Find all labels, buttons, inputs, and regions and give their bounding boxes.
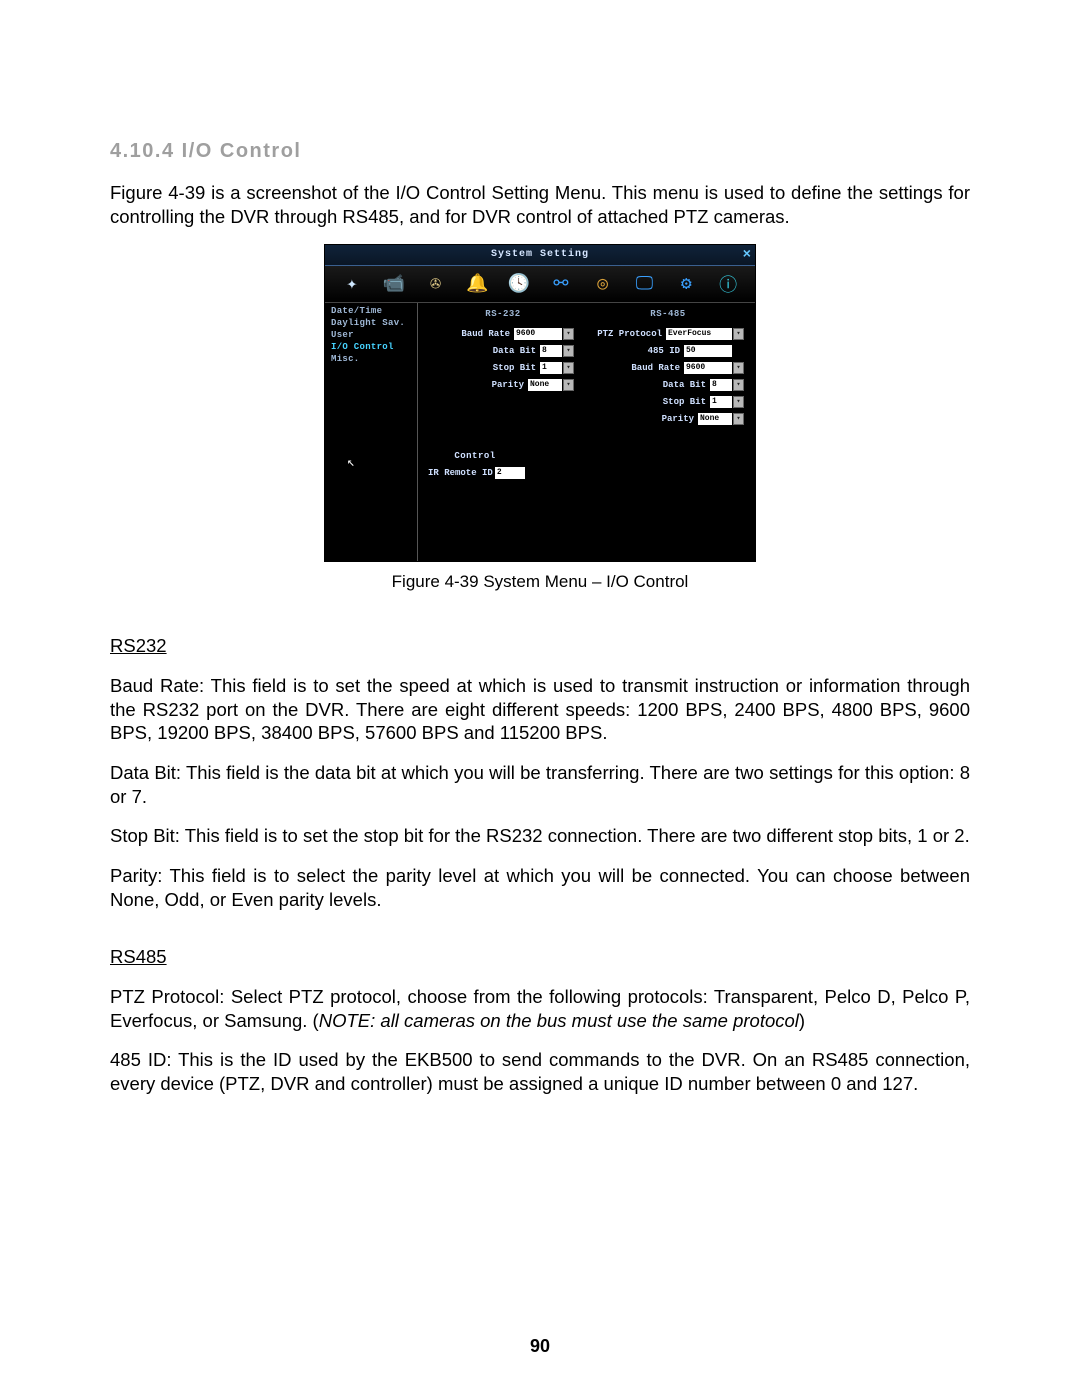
sidebar-item-datetime[interactable]: Date/Time <box>325 305 417 317</box>
rs232-heading: RS232 <box>110 634 970 658</box>
network-icon[interactable]: ⚯ <box>550 273 572 295</box>
rs232-stopbit-paragraph: Stop Bit: This field is to set the stop … <box>110 824 970 848</box>
rs232-baud-label: Baud Rate <box>428 329 510 339</box>
rs232-parity-paragraph: Parity: This field is to select the pari… <box>110 864 970 911</box>
rs232-baud-value: 9600 <box>516 329 535 338</box>
rs485-databit-select[interactable]: 8 ▾ <box>710 379 732 391</box>
figure-caption: Figure 4-39 System Menu – I/O Control <box>110 572 970 592</box>
rs485-stopbit-select[interactable]: 1 ▾ <box>710 396 732 408</box>
sidebar-item-misc[interactable]: Misc. <box>325 353 417 365</box>
chevron-down-icon[interactable]: ▾ <box>563 362 574 374</box>
rs485-parity-value: None <box>700 414 719 423</box>
control-heading: Control <box>428 451 522 461</box>
rs485-databit-value: 8 <box>712 380 717 389</box>
rs485-databit-label: Data Bit <box>588 380 706 390</box>
rs485-ptz-paragraph: PTZ Protocol: Select PTZ protocol, choos… <box>110 985 970 1032</box>
coins-icon[interactable]: ◎ <box>592 273 614 295</box>
dvr-body: Date/Time Daylight Sav. User I/O Control… <box>325 303 755 561</box>
rs485-parity-label: Parity <box>588 414 694 424</box>
gears-icon[interactable]: ⚙ <box>675 273 697 295</box>
rs485-stopbit-value: 1 <box>712 397 717 406</box>
rs232-baud-select[interactable]: 9600 ▾ <box>514 328 562 340</box>
cursor-icon: ↖ <box>347 455 417 470</box>
rs232-parity-label: Parity <box>428 380 524 390</box>
chevron-down-icon[interactable]: ▾ <box>733 328 744 340</box>
rs232-stopbit-value: 1 <box>542 363 547 372</box>
monitor-icon[interactable]: 🖵 <box>633 273 655 295</box>
rs485-id-input[interactable]: 50 <box>684 345 732 357</box>
sparkle-icon[interactable]: ✦ <box>341 273 363 295</box>
rs232-databit-paragraph: Data Bit: This field is the data bit at … <box>110 761 970 808</box>
rs485-column: RS-485 PTZ Protocol EverFocus ▾ 485 ID <box>588 309 748 427</box>
ir-remote-label: IR Remote ID <box>428 468 493 478</box>
info-icon[interactable]: ⓘ <box>717 273 739 295</box>
chevron-down-icon[interactable]: ▾ <box>563 345 574 357</box>
close-icon[interactable]: × <box>743 247 751 263</box>
dvr-sidebar: Date/Time Daylight Sav. User I/O Control… <box>325 303 418 561</box>
chevron-down-icon[interactable]: ▾ <box>563 379 574 391</box>
rs232-column: RS-232 Baud Rate 9600 ▾ Data Bit <box>428 309 578 393</box>
chevron-down-icon[interactable]: ▾ <box>733 362 744 374</box>
document-page: 4.10.4 I/O Control Figure 4-39 is a scre… <box>0 0 1080 1397</box>
section-heading: 4.10.4 I/O Control <box>110 140 970 163</box>
rs485-ptz-value: EverFocus <box>668 329 711 338</box>
chevron-down-icon[interactable]: ▾ <box>733 379 744 391</box>
chevron-down-icon[interactable]: ▾ <box>563 328 574 340</box>
ir-remote-input[interactable]: 2 <box>495 467 525 479</box>
rs485-baud-select[interactable]: 9600 ▾ <box>684 362 732 374</box>
rs485-id-label: 485 ID <box>588 346 680 356</box>
rs485-heading: RS-485 <box>588 309 748 319</box>
rs232-databit-value: 8 <box>542 346 547 355</box>
rs232-stopbit-label: Stop Bit <box>428 363 536 373</box>
rs485-id-paragraph: 485 ID: This is the ID used by the EKB50… <box>110 1048 970 1095</box>
figure-screenshot: System Setting × ✦ 📹 ✇ 🔔 🕓 ⚯ ◎ 🖵 ⚙ ⓘ Dat… <box>110 244 970 562</box>
reel-icon[interactable]: ✇ <box>424 273 446 295</box>
rs232-stopbit-select[interactable]: 1 ▾ <box>540 362 562 374</box>
rs485-heading: RS485 <box>110 945 970 969</box>
rs485-ptz-label: PTZ Protocol <box>588 329 662 339</box>
rs232-parity-value: None <box>530 380 549 389</box>
rs485-baud-value: 9600 <box>686 363 705 372</box>
rs485-stopbit-label: Stop Bit <box>588 397 706 407</box>
rs485-id-value: 50 <box>686 346 696 355</box>
sidebar-item-daylight[interactable]: Daylight Sav. <box>325 317 417 329</box>
dvr-titlebar: System Setting × <box>325 245 755 266</box>
dvr-window: System Setting × ✦ 📹 ✇ 🔔 🕓 ⚯ ◎ 🖵 ⚙ ⓘ Dat… <box>324 244 756 562</box>
rs232-baud-paragraph: Baud Rate: This field is to set the spee… <box>110 674 970 745</box>
dvr-toolbar: ✦ 📹 ✇ 🔔 🕓 ⚯ ◎ 🖵 ⚙ ⓘ <box>325 266 755 303</box>
sidebar-item-user[interactable]: User <box>325 329 417 341</box>
page-number: 90 <box>0 1336 1080 1357</box>
rs232-parity-select[interactable]: None ▾ <box>528 379 562 391</box>
chevron-down-icon[interactable]: ▾ <box>733 413 744 425</box>
dvr-main-panel: RS-232 Baud Rate 9600 ▾ Data Bit <box>418 303 755 561</box>
sidebar-item-io-control[interactable]: I/O Control <box>325 341 417 353</box>
bell-icon[interactable]: 🔔 <box>466 273 488 295</box>
rs232-heading: RS-232 <box>428 309 578 319</box>
rs232-databit-label: Data Bit <box>428 346 536 356</box>
chevron-down-icon[interactable]: ▾ <box>733 396 744 408</box>
intro-paragraph: Figure 4-39 is a screenshot of the I/O C… <box>110 181 970 228</box>
rs485-baud-label: Baud Rate <box>588 363 680 373</box>
rs485-ptz-select[interactable]: EverFocus ▾ <box>666 328 732 340</box>
rs485-parity-select[interactable]: None ▾ <box>698 413 732 425</box>
clock-icon[interactable]: 🕓 <box>508 273 530 295</box>
dvr-title: System Setting <box>325 245 755 265</box>
rs232-databit-select[interactable]: 8 ▾ <box>540 345 562 357</box>
control-block: Control IR Remote ID 2 <box>428 451 525 479</box>
camera-icon[interactable]: 📹 <box>383 273 405 295</box>
